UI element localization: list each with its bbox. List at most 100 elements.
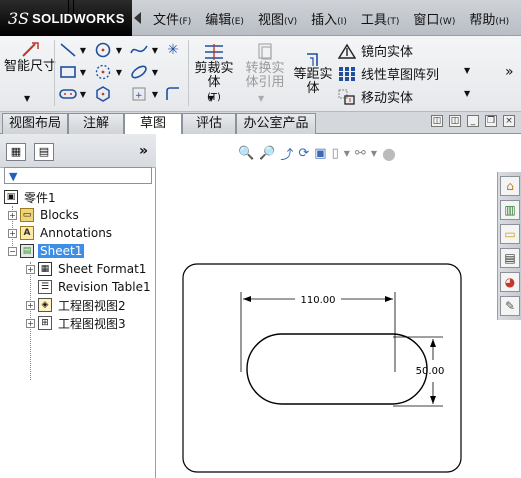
slot-sketch[interactable] [246,333,428,405]
expand-icon[interactable]: + [8,210,17,220]
ellipse-dropdown-icon[interactable]: ▼ [150,64,160,80]
view-palette-icon[interactable]: ▤ [500,248,520,268]
feature-tree-tab-icon[interactable]: ▦ [6,143,26,161]
trim-entities-icon[interactable] [202,42,226,62]
arc-tool-icon[interactable] [92,63,114,81]
tree-item-sheet1[interactable]: − ▤ Sheet1 [8,242,85,260]
solidworks-window: 3S SOLIDWORKS 文件(F) 编辑(E) 视图(V) 插入(I) 工具… [0,0,521,478]
menu-file[interactable]: 文件(F) [146,9,198,28]
file-explorer-icon[interactable]: ▭ [500,224,520,244]
spline-tool-icon[interactable] [128,41,150,59]
dimension-height[interactable]: 50.00 [416,366,445,377]
right-edge [497,134,521,172]
menu-collapse-arrow-icon[interactable] [134,12,141,24]
tab-view-layout[interactable]: 视图布局 [2,113,68,134]
sheet-format-icon: ▦ [38,262,52,276]
arc-dropdown-icon[interactable]: ▼ [114,64,124,80]
hide-show-icon[interactable]: ▯ [332,146,339,161]
design-library-icon[interactable]: ▥ [500,200,520,220]
sketch-fillet-icon[interactable]: + [128,85,150,103]
restore-icon[interactable]: ❐ [485,115,497,127]
ellipse-tool-icon[interactable] [128,63,150,81]
smart-dimension-icon[interactable] [18,40,42,60]
move-entities-icon [338,89,356,105]
offset-entities-button[interactable]: 等距实体 [290,68,336,96]
point-tool-icon[interactable]: ✳ [164,41,182,59]
line-dropdown-icon[interactable]: ▼ [78,42,88,58]
property-manager-tab-icon[interactable]: ▤ [34,143,54,161]
appearances-icon[interactable]: ◕ [500,272,520,292]
smart-dimension-button[interactable]: 智能尺寸 [2,60,58,74]
spline-dropdown-icon[interactable]: ▼ [150,42,160,58]
linear-pattern-dropdown-icon[interactable]: ▼ [464,66,470,75]
convert-entities-button: 转换实体引用 [245,61,285,90]
appearance-icon[interactable]: ● [382,144,396,163]
tree-item-drawing-view3[interactable]: + ⊞ 工程图视图3 [26,314,128,332]
tree-item-blocks[interactable]: + ▭ Blocks [8,206,81,224]
tree-item-drawing-view2[interactable]: + ◈ 工程图视图2 [26,296,128,314]
rectangle-dropdown-icon[interactable]: ▼ [78,64,88,80]
hide-show-dropdown-icon[interactable]: ▼ [344,149,350,158]
menu-insert[interactable]: 插入(I) [304,9,354,28]
tree-item-annotations[interactable]: + A Annotations [8,224,114,242]
ribbon-separator [188,40,189,106]
graphics-area[interactable]: 110.00 50.00 [157,134,497,478]
trim-dropdown-icon[interactable]: ▼ [208,94,214,103]
move-entities-dropdown-icon[interactable]: ▼ [464,89,470,98]
close-icon[interactable]: × [503,115,515,127]
expand-icon[interactable]: + [8,228,17,238]
convert-entities-icon [254,42,276,62]
mirror-entities-button[interactable]: 镜向实体 [337,41,413,60]
menu-window[interactable]: 窗口(W) [406,9,462,28]
expand-icon[interactable]: + [26,300,35,310]
ribbon-more-icon[interactable]: » [505,64,514,80]
linear-pattern-button[interactable]: 线性草图阵列 [338,64,439,83]
zoom-to-area-icon[interactable]: 🔎 [259,146,275,161]
tab-evaluate[interactable]: 评估 [182,113,236,134]
circle-tool-icon[interactable] [92,41,114,59]
menu-help[interactable]: 帮助(H) [462,9,516,28]
previous-view-icon[interactable]: ⤴ [280,144,293,163]
slot-tool-icon[interactable] [58,86,78,102]
tab-annotation[interactable]: 注解 [68,113,124,134]
fillet-dropdown-icon[interactable]: ▼ [150,86,160,102]
feature-tree-filter[interactable]: ▼ [4,167,152,184]
custom-properties-icon[interactable]: ✎ [500,296,520,316]
rebuild-icon[interactable]: ⟳ [298,146,309,161]
dimension-arrow [385,296,393,302]
expand-icon[interactable]: + [26,264,35,274]
expand-icon[interactable]: + [26,318,35,328]
minimize-icon[interactable]: _ [467,115,479,127]
panel-more-icon[interactable]: » [139,143,148,159]
menu-edit[interactable]: 编辑(E) [198,9,251,28]
slot-dropdown-icon[interactable]: ▼ [78,86,88,102]
home-icon[interactable]: ⌂ [500,176,520,196]
dimension-width[interactable]: 110.00 [301,295,336,306]
solidworks-logo[interactable]: 3S SOLIDWORKS [0,0,132,36]
move-entities-button[interactable]: 移动实体 [338,87,413,106]
display-style-icon[interactable]: ▣ [314,146,326,161]
tab-sketch[interactable]: 草图 [124,113,182,135]
dimension-arrow [243,296,251,302]
sketch-chamfer-icon[interactable] [164,85,182,103]
circle-dropdown-icon[interactable]: ▼ [114,42,124,58]
tree-item-sheet-format[interactable]: + ▦ Sheet Format1 [26,260,148,278]
tree-root[interactable]: ▣ 零件1 [4,188,58,206]
menu-view[interactable]: 视图(V) [251,9,304,28]
convert-dropdown-icon: ▼ [258,94,265,103]
view-settings-dropdown-icon[interactable]: ▼ [371,149,377,158]
collapse-icon[interactable]: − [8,246,17,256]
tile-left-icon[interactable]: ◫ [431,115,443,127]
smart-dimension-dropdown-icon[interactable]: ▼ [24,94,30,103]
line-tool-icon[interactable] [58,42,78,58]
zoom-to-fit-icon[interactable]: 🔍 [238,146,254,161]
tree-item-revision-table[interactable]: ☰ Revision Table1 [26,278,153,296]
polygon-tool-icon[interactable] [92,85,114,103]
menu-list: 文件(F) 编辑(E) 视图(V) 插入(I) 工具(T) 窗口(W) 帮助(H… [146,0,516,36]
tile-right-icon[interactable]: ◫ [449,115,461,127]
view-settings-icon[interactable]: ⚯ [355,146,366,161]
blocks-folder-icon: ▭ [20,208,34,222]
rectangle-tool-icon[interactable] [58,64,78,80]
tab-office-products[interactable]: 办公室产品 [236,113,316,134]
menu-tools[interactable]: 工具(T) [354,9,407,28]
